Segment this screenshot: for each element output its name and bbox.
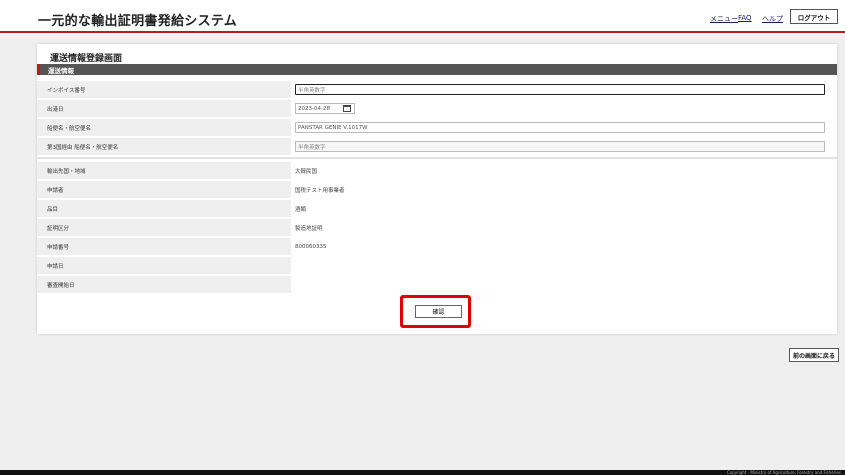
destination-value: 大韓民国 [295,168,318,175]
departure-date-value: 2023-04-28 [298,105,330,112]
section-title: 運送情報 [48,67,74,75]
certificate-type-value: 製造地証明 [295,225,323,232]
destination-label: 輸出先国・地域 [37,162,291,179]
vessel-name-label: 船便名・航空便名 [37,119,291,136]
form-card: 運送情報登録画面 運送情報 インボイス番号 半角英数字 出港日 2023-04-… [37,44,837,334]
faq-link[interactable]: FAQ [738,14,752,22]
copyright-text: Copyright · Ministry of Agriculture, For… [726,470,841,475]
invoice-number-label: インボイス番号 [37,81,291,98]
review-start-date-label: 審査開始日 [37,276,291,293]
transit-vessel-label: 第3国経由 船便名・航空便名 [37,138,291,155]
calendar-icon[interactable] [343,105,351,112]
item-label: 品目 [37,200,291,217]
invoice-number-input[interactable]: 半角英数字 [295,84,825,95]
logout-button[interactable]: ログアウト [790,9,838,24]
item-value: 酒類 [295,206,307,213]
page-title: 運送情報登録画面 [50,54,123,64]
application-date-label: 申請日 [37,257,291,274]
vessel-name-value: PANSTAR GENIE V.1017W [298,124,368,131]
divider [37,157,837,159]
invoice-number-placeholder: 半角英数字 [298,87,326,94]
departure-date-label: 出港日 [37,100,291,117]
transit-vessel-placeholder: 半角英数字 [298,144,326,151]
highlight-annotation [400,295,471,328]
applicant-label: 申請者 [37,181,291,198]
vessel-name-input[interactable]: PANSTAR GENIE V.1017W [295,122,825,133]
app-title: 一元的な輸出証明書発給システム [38,14,238,29]
back-button[interactable]: 前の画面に戻る [789,348,839,362]
certificate-type-label: 証明区分 [37,219,291,236]
departure-date-input[interactable]: 2023-04-28 [295,103,355,114]
application-number-label: 申請番号 [37,238,291,255]
section-header: 運送情報 [37,64,837,75]
menu-link[interactable]: メニュー [710,14,738,24]
footer: Copyright · Ministry of Agriculture, For… [0,470,845,475]
transit-vessel-input[interactable]: 半角英数字 [295,141,825,152]
help-link[interactable]: ヘルプ [762,14,783,24]
application-number-value: 800060335 [295,243,327,250]
header: 一元的な輸出証明書発給システム メニュー FAQ ヘルプ ログアウト [0,0,845,33]
applicant-value: 国税テスト用事業者 [295,187,345,194]
